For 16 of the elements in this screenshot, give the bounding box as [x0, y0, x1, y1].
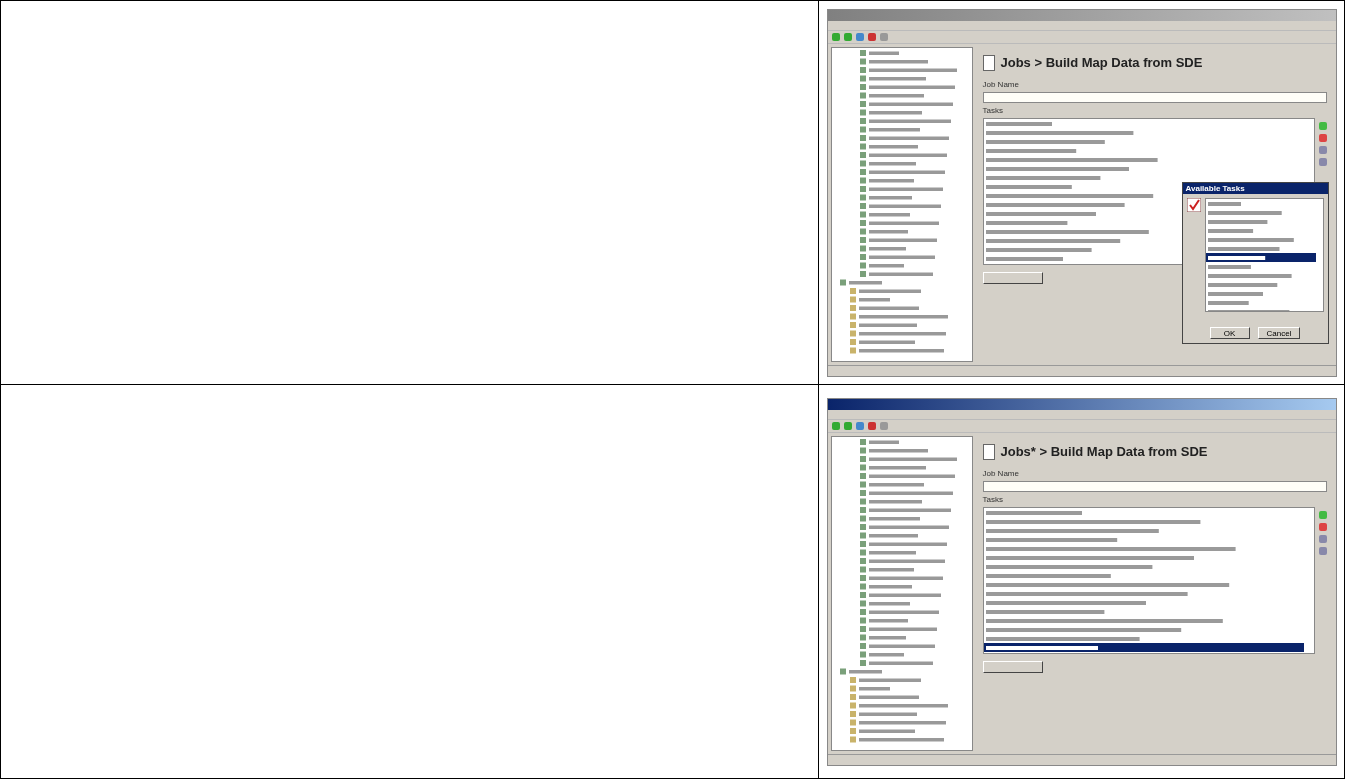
field-label: Job Name [982, 468, 1020, 478]
input-field[interactable] [982, 480, 1327, 492]
dialog-title: Available Tasks [1182, 182, 1328, 194]
input-field[interactable] [982, 91, 1327, 103]
field-label: Tasks [982, 105, 1004, 115]
list-action-button[interactable] [982, 660, 1043, 673]
page-heading: Jobs > Build Map Data from SDE [1000, 55, 1203, 70]
page-heading: Jobs* > Build Map Data from SDE [1000, 444, 1208, 459]
dialog-button[interactable]: OK [1209, 326, 1250, 339]
field-label: Tasks [982, 494, 1004, 504]
field-label: Job Name [982, 79, 1020, 89]
checkmark-icon [1186, 197, 1201, 212]
document-icon [982, 54, 995, 71]
dialog-button[interactable]: Cancel [1257, 326, 1301, 339]
list-action-button[interactable] [982, 271, 1043, 284]
document-icon [982, 443, 995, 460]
